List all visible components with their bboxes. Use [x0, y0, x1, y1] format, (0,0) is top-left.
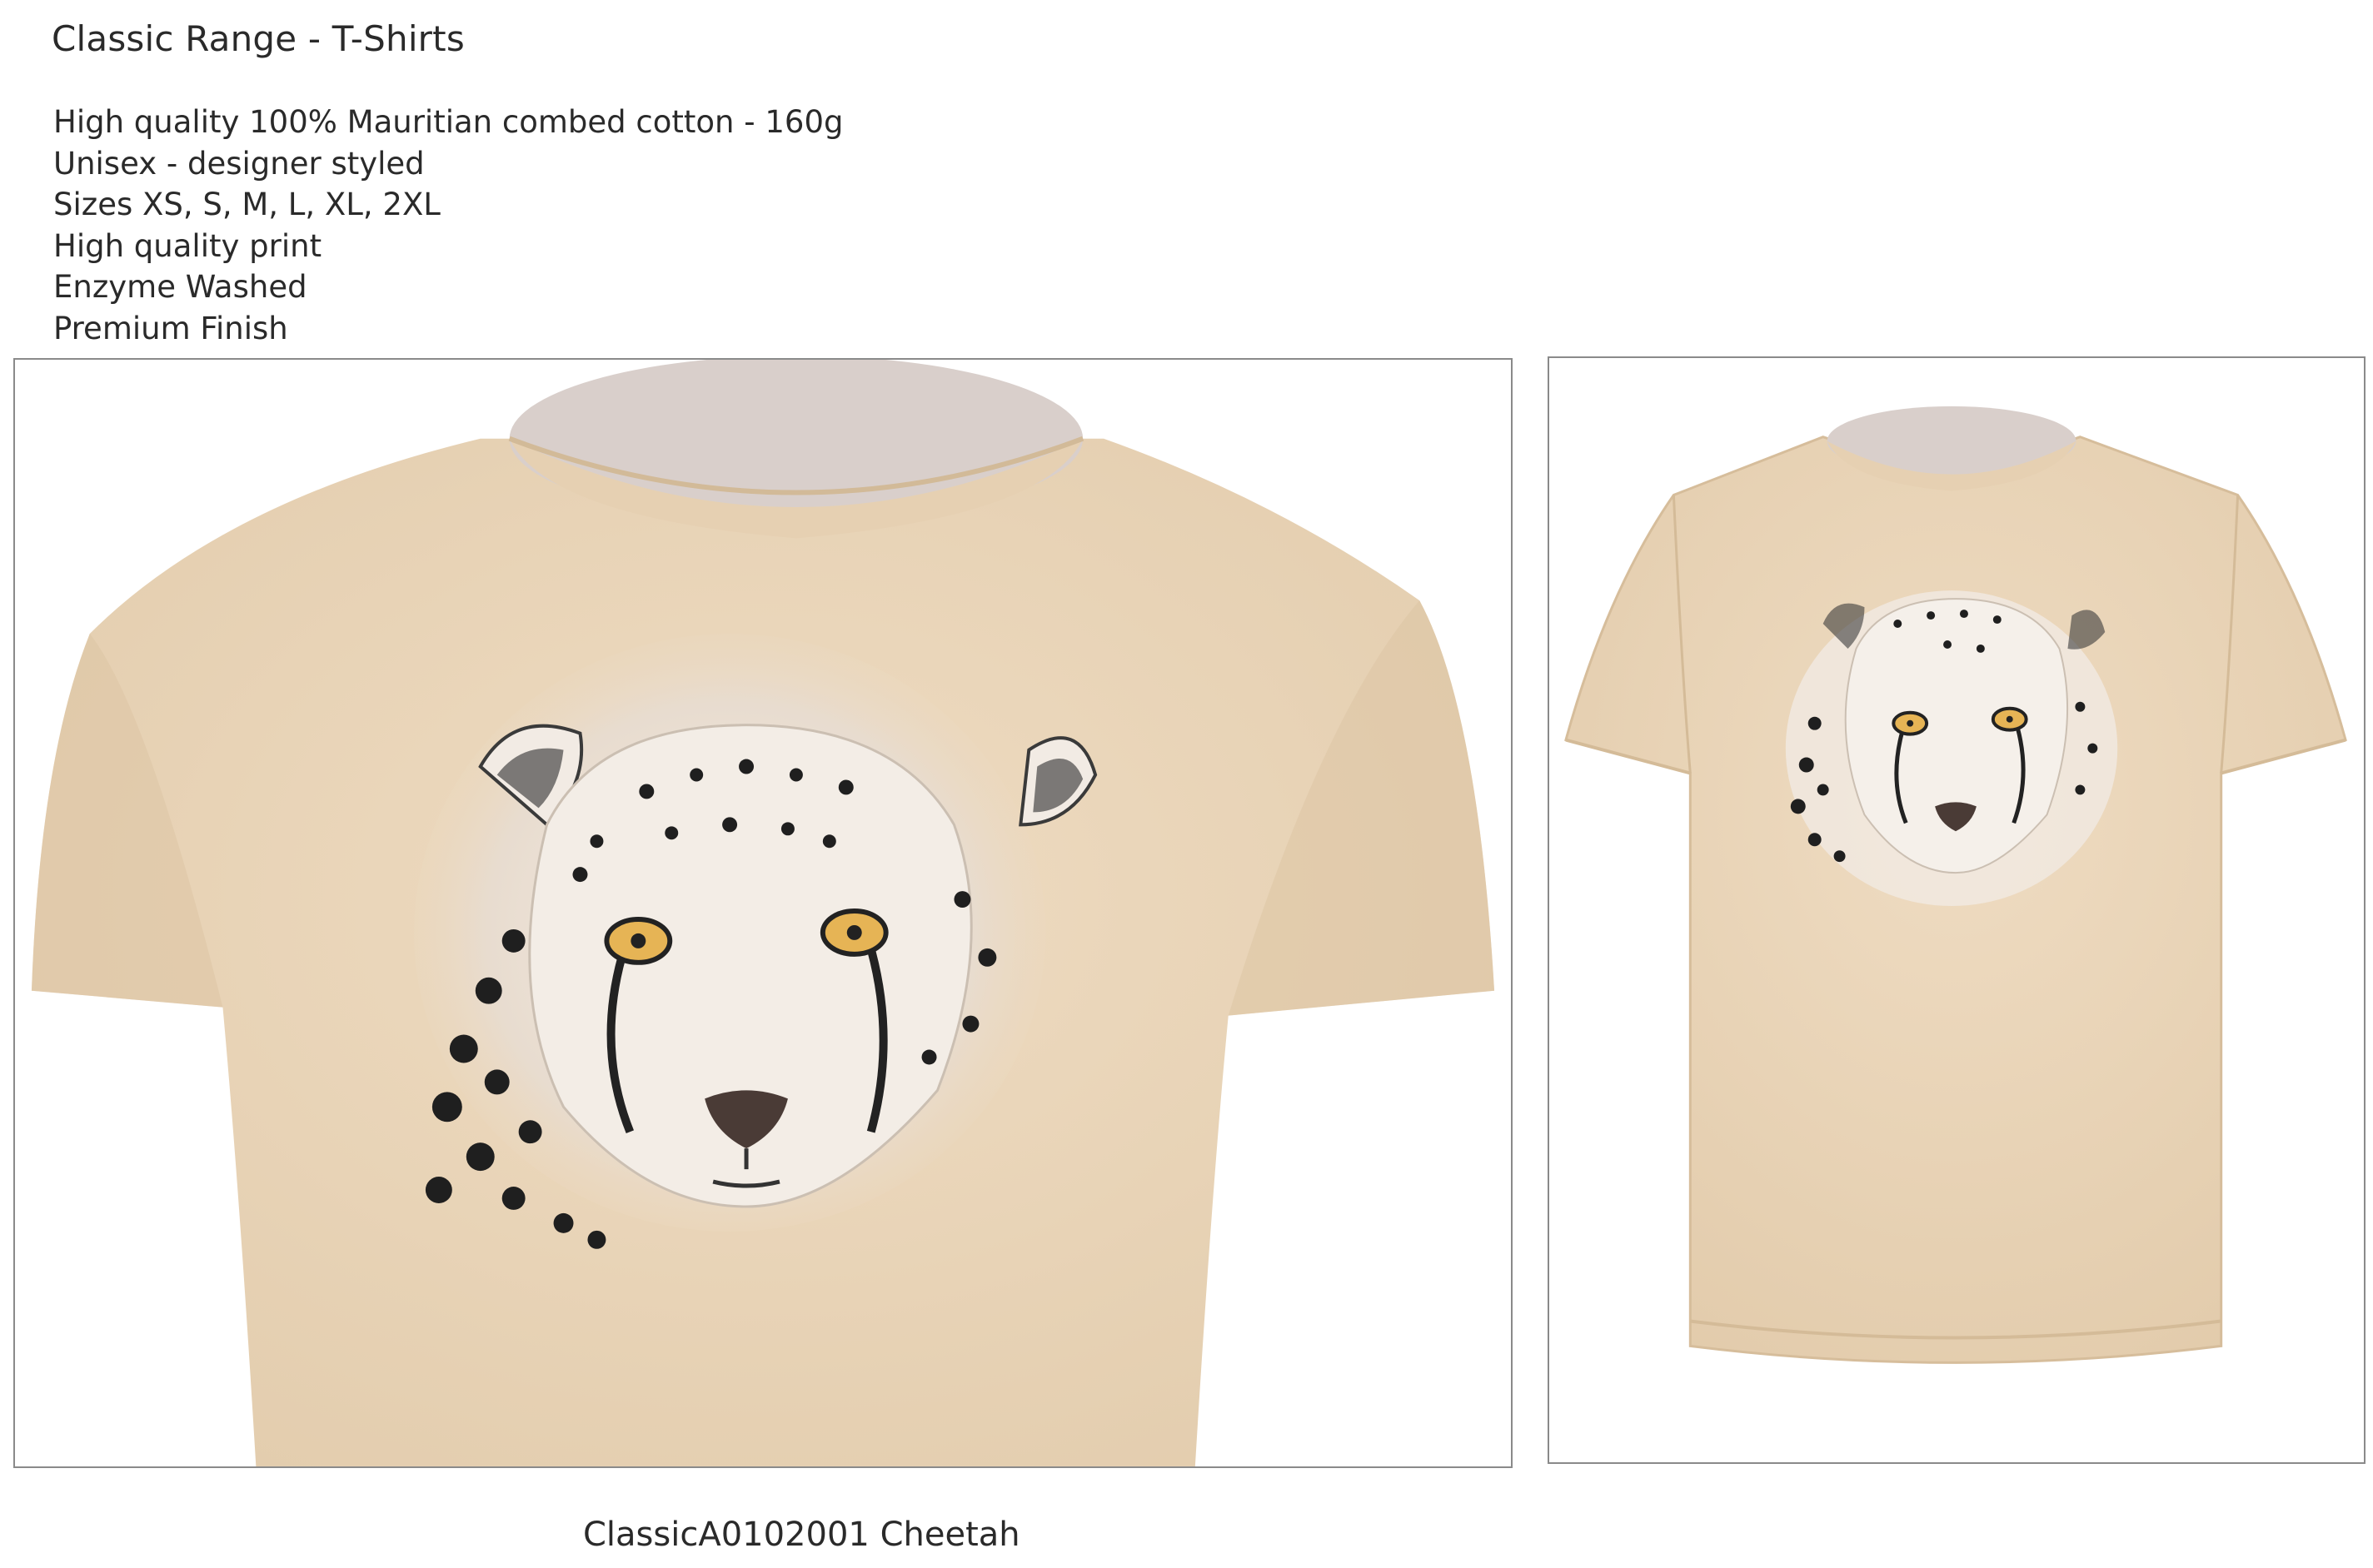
tshirt-full-image	[1548, 356, 2366, 1464]
feature-item: Unisex - designer styled	[53, 145, 425, 182]
feature-item: Enzyme Washed	[53, 269, 307, 305]
feature-list: High quality 100% Mauritian combed cotto…	[53, 102, 843, 349]
tshirt-closeup-image	[13, 358, 1513, 1468]
feature-item: Sizes XS, S, M, L, XL, 2XL	[53, 187, 441, 222]
feature-item: High quality 100% Mauritian combed cotto…	[53, 104, 844, 140]
feature-item: Premium Finish	[53, 310, 288, 346]
product-title: Classic Range - T-Shirts	[52, 18, 465, 59]
tshirt-closeup-icon	[31, 360, 1495, 1466]
product-caption: ClassicA0102001 Cheetah	[583, 1516, 1020, 1554]
feature-item: High quality print	[53, 227, 322, 264]
tshirt-full-icon	[1564, 406, 2347, 1364]
